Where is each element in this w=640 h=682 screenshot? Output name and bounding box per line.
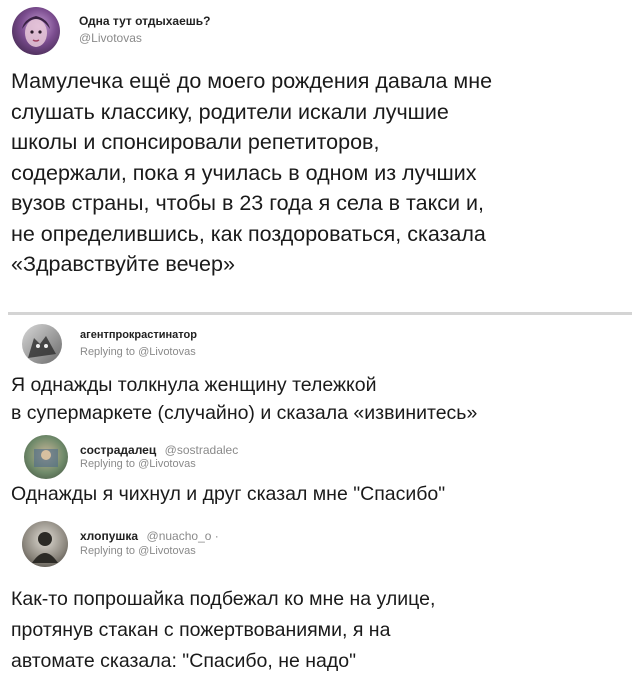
reply-1-author-name[interactable]: агентпрокрастинатор bbox=[80, 329, 197, 341]
reply-1-avatar[interactable] bbox=[22, 324, 62, 364]
reply-3-author-name[interactable]: хлопушка bbox=[80, 529, 138, 543]
avatar-portrait-icon bbox=[22, 16, 50, 47]
reply-2-header: сострадалец @sostradalec bbox=[80, 441, 238, 459]
reply-2-avatar[interactable] bbox=[24, 435, 68, 479]
main-tweet-line: «Здравствуйте вечер» bbox=[11, 252, 235, 276]
reply-1-replying-to[interactable]: Replying to @Livotovas bbox=[80, 346, 196, 358]
reply-2-author-name[interactable]: сострадалец bbox=[80, 443, 156, 457]
reply-2-line: Однажды я чихнул и друг сказал мне "Спас… bbox=[11, 483, 446, 505]
reply-3-line: протянув стакан с пожертвованиями, я на bbox=[11, 619, 391, 641]
reply-2-replying-to[interactable]: Replying to @Livotovas bbox=[80, 458, 196, 470]
main-tweet-line: не определившись, как поздороваться, ска… bbox=[11, 221, 486, 246]
reply-3-line: Как-то попрошайка подбежал ко мне на ули… bbox=[11, 588, 436, 610]
reply-3-replying-to[interactable]: Replying to @Livotovas bbox=[80, 545, 196, 557]
reply-1-text: Я однажды толкнула женщину тележкой в су… bbox=[11, 371, 636, 427]
main-tweet-line: вузов страны, чтобы в 23 года я села в т… bbox=[11, 191, 484, 215]
avatar-cat-icon bbox=[28, 336, 56, 358]
main-tweet-line: Мамулечка ещё до моего рождения давала м… bbox=[11, 69, 493, 93]
reply-1-line: Я однажды толкнула женщину тележкой bbox=[11, 374, 377, 396]
section-divider bbox=[8, 312, 632, 315]
reply-3-avatar[interactable] bbox=[22, 521, 68, 567]
reply-3-handle[interactable]: @nuacho_o · bbox=[147, 529, 219, 543]
reply-2-handle[interactable]: @sostradalec bbox=[165, 443, 239, 457]
main-tweet-text: Мамулечка ещё до моего рождения давала м… bbox=[11, 66, 636, 280]
reply-3-header: хлопушка @nuacho_o · bbox=[80, 527, 219, 545]
main-tweet-handle[interactable]: @Livotovas bbox=[79, 31, 142, 45]
main-tweet-avatar[interactable] bbox=[12, 7, 60, 55]
reply-3-text: Как-то попрошайка подбежал ко мне на ули… bbox=[11, 584, 636, 677]
main-tweet-line: школы и спонсировали репетиторов, bbox=[11, 130, 380, 154]
reply-3-line: автомате сказала: "Спасибо, не надо" bbox=[11, 650, 357, 672]
avatar-person-icon bbox=[32, 532, 58, 563]
main-tweet-author-name[interactable]: Одна тут отдыхаешь? bbox=[79, 14, 210, 28]
main-tweet-line: содержали, пока я училась в одном из луч… bbox=[11, 160, 477, 185]
avatar-photo-icon bbox=[34, 449, 58, 467]
reply-2-text: Однажды я чихнул и друг сказал мне "Спас… bbox=[11, 480, 636, 508]
reply-1-line: в супермаркете (случайно) и сказала «изв… bbox=[11, 402, 478, 424]
main-tweet-line: слушать классику, родители искали лучшие bbox=[11, 99, 449, 124]
